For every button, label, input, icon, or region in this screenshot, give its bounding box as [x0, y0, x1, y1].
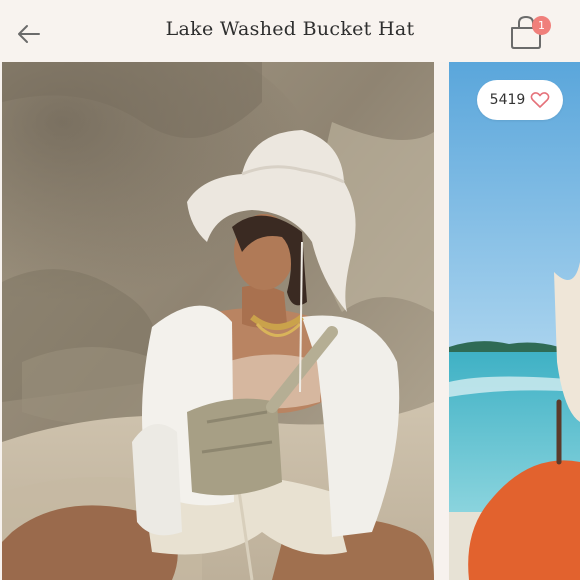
model-photo [2, 62, 434, 580]
listing-screen: Lake Washed Bucket Hat 1 5419 [0, 0, 580, 580]
beach-photo [449, 62, 580, 580]
heart-outline-icon [530, 92, 550, 108]
product-photo-main[interactable] [2, 62, 434, 580]
photo-gallery[interactable] [0, 62, 580, 580]
top-bar: Lake Washed Bucket Hat 1 [0, 0, 580, 62]
page-title: Lake Washed Bucket Hat [165, 18, 415, 40]
like-button[interactable]: 5419 [477, 80, 563, 120]
product-photo-next[interactable] [449, 62, 580, 580]
like-count: 5419 [489, 92, 526, 108]
cart-button[interactable]: 1 [504, 10, 554, 54]
cart-count-badge: 1 [532, 16, 551, 35]
